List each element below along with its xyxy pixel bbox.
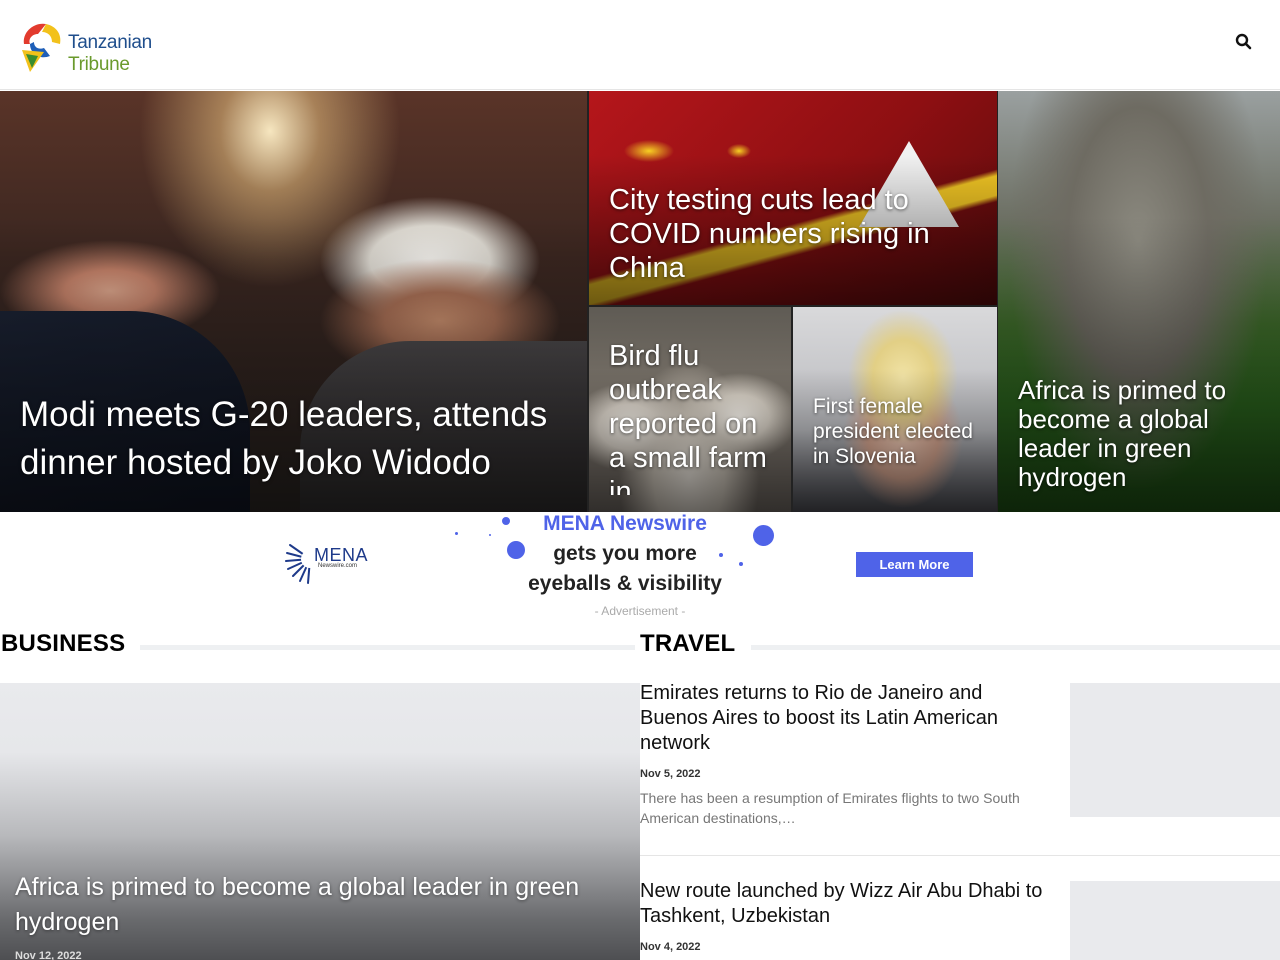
hero-bird-title[interactable]: Bird flu outbreak reported on a small fa… (609, 339, 773, 495)
hero-tile-covid[interactable]: City testing cuts lead to COVID numbers … (589, 91, 997, 305)
travel-article-excerpt: There has been a resumption of Emirates … (640, 790, 1020, 826)
travel-article-title[interactable]: New route launched by Wizz Air Abu Dhabi… (640, 879, 1050, 929)
ad-headline-line-2: gets you more (553, 542, 697, 565)
travel-article-date: Nov 4, 2022 (640, 941, 701, 953)
hero-slovenia-title[interactable]: First female president elected in Sloven… (813, 394, 979, 469)
logo-wordmark: Tanzanian Tribune (68, 32, 216, 76)
travel-article-thumbnail[interactable] (1070, 683, 1280, 817)
list-divider (640, 855, 1280, 856)
hero-grid: Modi meets G-20 leaders, attends dinner … (0, 91, 1280, 512)
business-featured-date: Nov 12, 2022 (15, 950, 82, 960)
hero-tile-main[interactable]: Modi meets G-20 leaders, attends dinner … (0, 91, 587, 512)
hero-main-title[interactable]: Modi meets G-20 leaders, attends dinner … (20, 391, 569, 487)
hero-covid-title[interactable]: City testing cuts lead to COVID numbers … (609, 183, 979, 285)
hero-tile-slovenia[interactable]: First female president elected in Sloven… (793, 307, 997, 512)
ad-logo-subtext: Newswire.com (318, 563, 358, 569)
logo-word-2: Tribune (68, 54, 130, 75)
site-logo[interactable]: Tanzanian Tribune (16, 14, 216, 76)
travel-article-title[interactable]: Emirates returns to Rio de Janeiro and B… (640, 681, 1050, 756)
logo-mark-icon (22, 23, 61, 72)
hero-tile-bird-flu[interactable]: Bird flu outbreak reported on a small fa… (589, 307, 791, 512)
section-heading-business[interactable]: BUSINESS (1, 630, 125, 658)
section-heading-travel[interactable]: TRAVEL (640, 630, 735, 658)
hero-tile-africa[interactable]: Africa is primed to become a global lead… (998, 91, 1280, 512)
section-divider (751, 645, 1280, 650)
site-header: Tanzanian Tribune (0, 0, 1280, 90)
travel-article-thumbnail[interactable] (1070, 881, 1280, 960)
ad-learn-more-button[interactable]: Learn More (856, 552, 973, 577)
travel-article-date: Nov 5, 2022 (640, 768, 701, 780)
search-icon (1235, 33, 1252, 50)
advertisement-label: - Advertisement - (594, 604, 686, 618)
ad-headline-brand: MENA Newswire (543, 512, 707, 535)
ad-headline-line-3: eyeballs & visibility (528, 572, 722, 595)
hero-africa-title[interactable]: Africa is primed to become a global lead… (1018, 376, 1262, 492)
search-button[interactable] (1234, 32, 1254, 52)
section-divider (140, 645, 635, 650)
logo-word-1: Tanzanian (68, 32, 152, 53)
business-featured-title[interactable]: Africa is primed to become a global lead… (15, 870, 615, 940)
decorative-dot (455, 532, 458, 535)
